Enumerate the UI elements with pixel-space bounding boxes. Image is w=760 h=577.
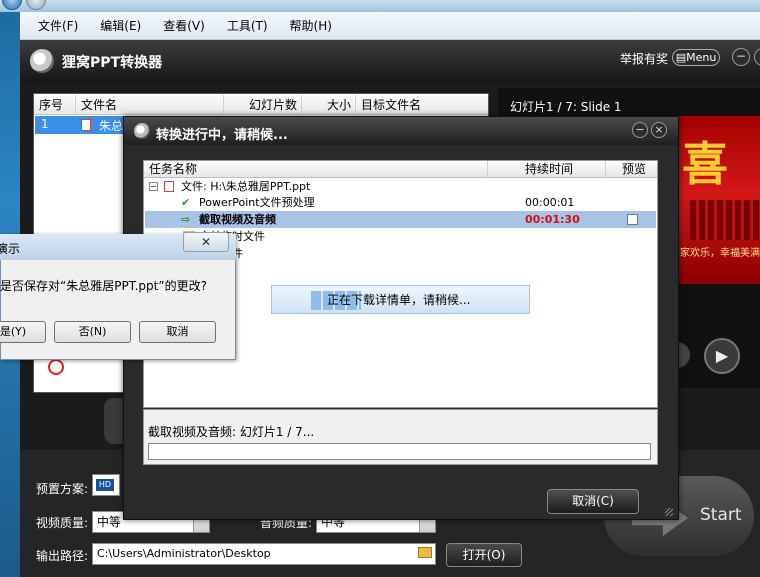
open-button[interactable]: 打开(O)	[446, 543, 522, 567]
preview-checkbox[interactable]	[627, 214, 638, 225]
cancel-button[interactable]: 取消(C)	[547, 489, 639, 514]
save-dialog-message: 是否保存对“朱总雅居PPT.ppt”的更改?	[0, 279, 207, 293]
ppt-file-icon	[164, 181, 174, 192]
status-text: 截取视频及音频: 幻灯片1 / 7...	[148, 425, 315, 439]
task-row[interactable]: − 文件: H:\朱总雅居PPT.ppt	[145, 178, 656, 195]
col-task-name[interactable]: 任务名称	[144, 161, 488, 178]
app-title: 狸窝PPT转换器	[62, 55, 163, 71]
col-size[interactable]: 大小	[302, 95, 356, 115]
preset-label: 预置方案:	[36, 482, 89, 496]
menu-file[interactable]: 文件(F)	[28, 17, 88, 34]
start-label: Start	[700, 505, 742, 525]
save-cancel-button[interactable]: 取消	[139, 321, 216, 343]
menu-tools[interactable]: 工具(T)	[217, 17, 278, 34]
task-row[interactable]: ✔ PowerPoint文件预处理 00:00:01	[145, 194, 656, 211]
arrow-right-icon: ⇨	[181, 213, 191, 226]
menu-button-label: Menu	[686, 51, 717, 64]
row-filename: 朱总	[99, 119, 124, 133]
folder-icon[interactable]	[418, 547, 432, 558]
task-name: 文件: H:\朱总雅居PPT.ppt	[181, 180, 311, 193]
hd-icon: HD	[96, 479, 114, 491]
menu-help[interactable]: 帮助(H)	[280, 17, 342, 34]
remove-label: 移除(R)	[80, 358, 122, 372]
task-time: 00:01:30	[525, 213, 580, 226]
slide-character: 喜	[682, 137, 728, 191]
report-link[interactable]: 举报有奖	[620, 50, 668, 67]
menu-view[interactable]: 查看(V)	[153, 17, 215, 34]
menubar: 文件(F) 编辑(E) 查看(V) 工具(T) 帮助(H)	[20, 12, 760, 40]
ppt-file-icon	[81, 119, 91, 131]
progress-bar	[148, 443, 651, 460]
menu-button[interactable]: ▤Menu	[672, 49, 720, 66]
no-button[interactable]: 否(N)	[54, 321, 131, 343]
dialog-close-icon[interactable]: ×	[651, 122, 667, 138]
check-icon: ✔	[181, 196, 191, 209]
next-slide-icon[interactable]: ▶	[704, 338, 740, 374]
dialog-logo-icon	[134, 123, 150, 139]
menu-edit[interactable]: 编辑(E)	[90, 17, 151, 34]
dialog-minimize-icon[interactable]: −	[632, 122, 648, 138]
video-quality-label: 视频质量:	[36, 516, 89, 530]
resize-grip[interactable]	[665, 508, 673, 516]
convert-dialog-title: 转换进行中，请稍候...	[156, 128, 288, 143]
output-path-label: 输出路径:	[36, 549, 89, 563]
col-duration[interactable]: 持续时间	[488, 161, 606, 178]
col-target[interactable]: 目标文件名	[356, 95, 488, 115]
task-list-header: 任务名称 持续时间 预览	[144, 161, 657, 178]
task-name: 截取视频及音频	[199, 213, 276, 226]
col-slides[interactable]: 幻灯片数	[224, 95, 302, 115]
slide-text: 家欢乐，幸福美满	[680, 248, 760, 259]
col-filename[interactable]: 文件名	[76, 95, 224, 115]
preview-title: 幻灯片1 / 7: Slide 1	[510, 100, 622, 114]
loading-text: 正在下载详情单，请稍候...	[327, 293, 471, 307]
minimize-icon[interactable]: −	[732, 48, 750, 66]
window-titlebar	[0, 0, 760, 12]
slide-building-image	[690, 200, 760, 240]
col-preview[interactable]: 预览	[606, 161, 657, 178]
task-row[interactable]: ⇨ 截取视频及音频 00:01:30	[145, 211, 656, 228]
app-logo-icon	[30, 49, 54, 73]
row-index: 1	[41, 117, 49, 131]
save-dialog-title: 演示	[0, 242, 21, 256]
task-time: 00:00:01	[525, 196, 575, 209]
yes-button[interactable]: 是(Y)	[0, 321, 46, 343]
col-index[interactable]: 序号	[34, 95, 76, 115]
save-dialog-close-icon[interactable]: ✕	[183, 232, 229, 252]
video-quality-value: 中等	[97, 515, 122, 529]
collapse-icon[interactable]: −	[149, 182, 158, 191]
file-list-header: 序号 文件名 幻灯片数 大小 目标文件名	[34, 95, 488, 115]
output-path-input[interactable]: C:\Users\Administrator\Desktop	[92, 543, 436, 565]
task-name: PowerPoint文件预处理	[199, 196, 315, 209]
